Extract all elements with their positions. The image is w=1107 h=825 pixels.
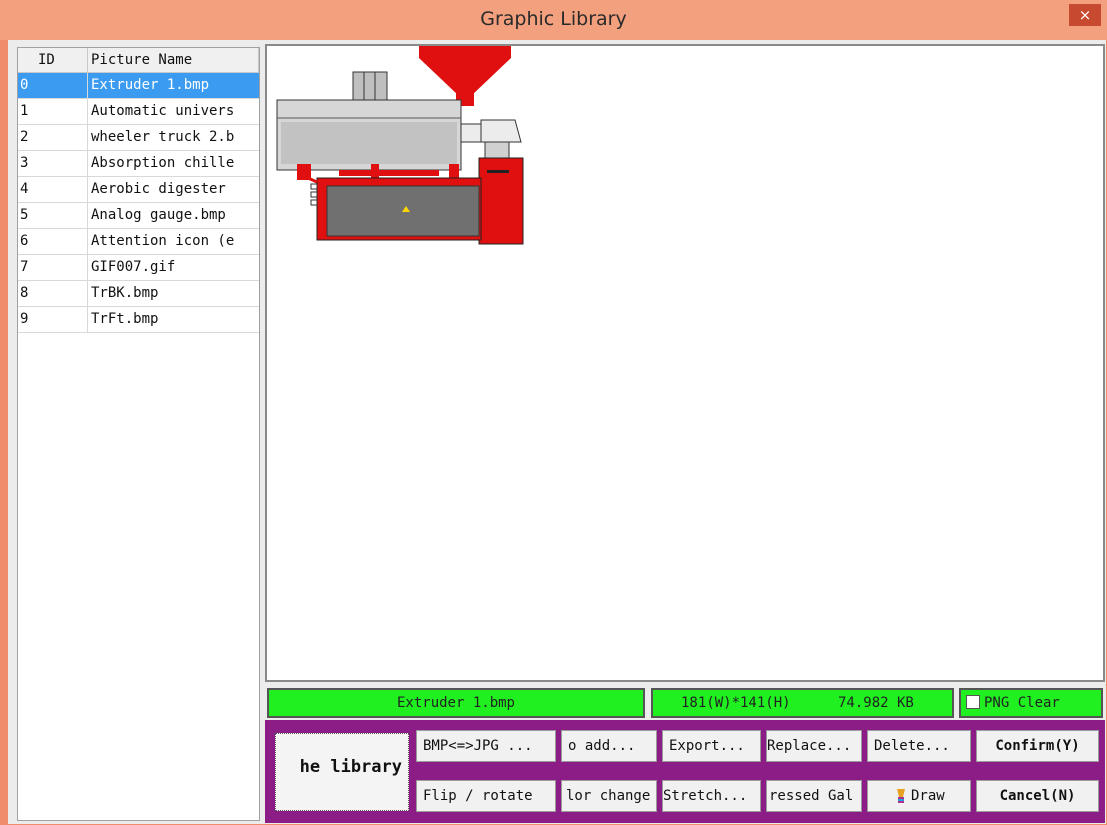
bmp-jpg-convert-button[interactable]: BMP<=>JPG ...	[416, 730, 556, 762]
paint-brush-icon	[897, 789, 905, 803]
row-picture-name: Attention icon (e	[91, 233, 235, 249]
window-title: Graphic Library	[480, 8, 627, 30]
list-row[interactable]: 5 Analog gauge.bmp	[18, 203, 259, 229]
row-id: 9	[18, 307, 88, 332]
close-button[interactable]: ×	[1069, 4, 1101, 26]
flip-rotate-button[interactable]: Flip / rotate	[416, 780, 556, 812]
add-button[interactable]: o add...	[561, 730, 657, 762]
replace-button[interactable]: Replace...	[766, 730, 862, 762]
row-picture-name: Automatic univers	[91, 103, 235, 119]
row-picture-name: wheeler truck 2.b	[91, 129, 235, 145]
cancel-button[interactable]: Cancel(N)	[976, 780, 1099, 812]
row-id: 2	[18, 125, 88, 150]
status-filename: Extruder 1.bmp	[267, 688, 645, 718]
png-clear-label: PNG Clear	[984, 695, 1060, 711]
row-picture-name: Aerobic digester	[91, 181, 226, 197]
color-change-button[interactable]: lor change	[561, 780, 657, 812]
library-button[interactable]: he library	[275, 733, 409, 811]
action-toolbar: he library BMP<=>JPG ... o add... Export…	[265, 720, 1105, 823]
list-row[interactable]: 9 TrFt.bmp	[18, 307, 259, 333]
list-row[interactable]: 2 wheeler truck 2.b	[18, 125, 259, 151]
confirm-button[interactable]: Confirm(Y)	[976, 730, 1099, 762]
png-clear-option[interactable]: PNG Clear	[959, 688, 1103, 718]
row-id: 1	[18, 99, 88, 124]
list-header: ID Picture Name	[18, 48, 259, 73]
row-picture-name: Absorption chille	[91, 155, 235, 171]
draw-label: Draw	[911, 788, 945, 804]
row-id: 4	[18, 177, 88, 202]
row-id: 0	[18, 73, 88, 98]
column-header-picture-name[interactable]: Picture Name	[88, 48, 259, 72]
row-id: 3	[18, 151, 88, 176]
status-image-info: 181(W)*141(H) 74.982 KB	[651, 688, 954, 718]
row-picture-name: TrBK.bmp	[91, 285, 159, 301]
row-id: 8	[18, 281, 88, 306]
list-row[interactable]: 0 Extruder 1.bmp	[18, 73, 259, 99]
list-row[interactable]: 6 Attention icon (e	[18, 229, 259, 255]
image-dimensions: 181(W)*141(H)	[681, 695, 791, 711]
column-header-id[interactable]: ID	[18, 48, 88, 72]
stretch-button[interactable]: Stretch...	[662, 780, 761, 812]
hopper-shape	[419, 46, 511, 96]
list-rows: 0 Extruder 1.bmp 1 Automatic univers 2 wheele…	[18, 73, 259, 333]
list-row[interactable]: 7 GIF007.gif	[18, 255, 259, 281]
list-row[interactable]: 1 Automatic univers	[18, 99, 259, 125]
row-id: 7	[18, 255, 88, 280]
picture-list[interactable]: ID Picture Name 0 Extruder 1.bmp 1 Automati…	[17, 47, 260, 821]
list-row[interactable]: 3 Absorption chille	[18, 151, 259, 177]
row-id: 5	[18, 203, 88, 228]
image-file-size: 74.982 KB	[838, 695, 914, 711]
row-picture-name: Analog gauge.bmp	[91, 207, 226, 223]
title-bar: Graphic Library ×	[0, 0, 1107, 40]
extruder-machine-image	[276, 46, 524, 245]
png-clear-checkbox[interactable]	[966, 694, 980, 709]
image-preview	[265, 44, 1105, 682]
motor-shape	[352, 71, 388, 101]
compressed-gallery-button[interactable]: ressed Gal	[766, 780, 862, 812]
delete-button[interactable]: Delete...	[867, 730, 971, 762]
row-picture-name: TrFt.bmp	[91, 311, 159, 327]
list-row[interactable]: 8 TrBK.bmp	[18, 281, 259, 307]
row-id: 6	[18, 229, 88, 254]
draw-button[interactable]: Draw	[867, 780, 971, 812]
list-row[interactable]: 4 Aerobic digester	[18, 177, 259, 203]
row-picture-name: Extruder 1.bmp	[91, 77, 210, 93]
export-button[interactable]: Export...	[662, 730, 761, 762]
row-picture-name: GIF007.gif	[91, 259, 176, 275]
